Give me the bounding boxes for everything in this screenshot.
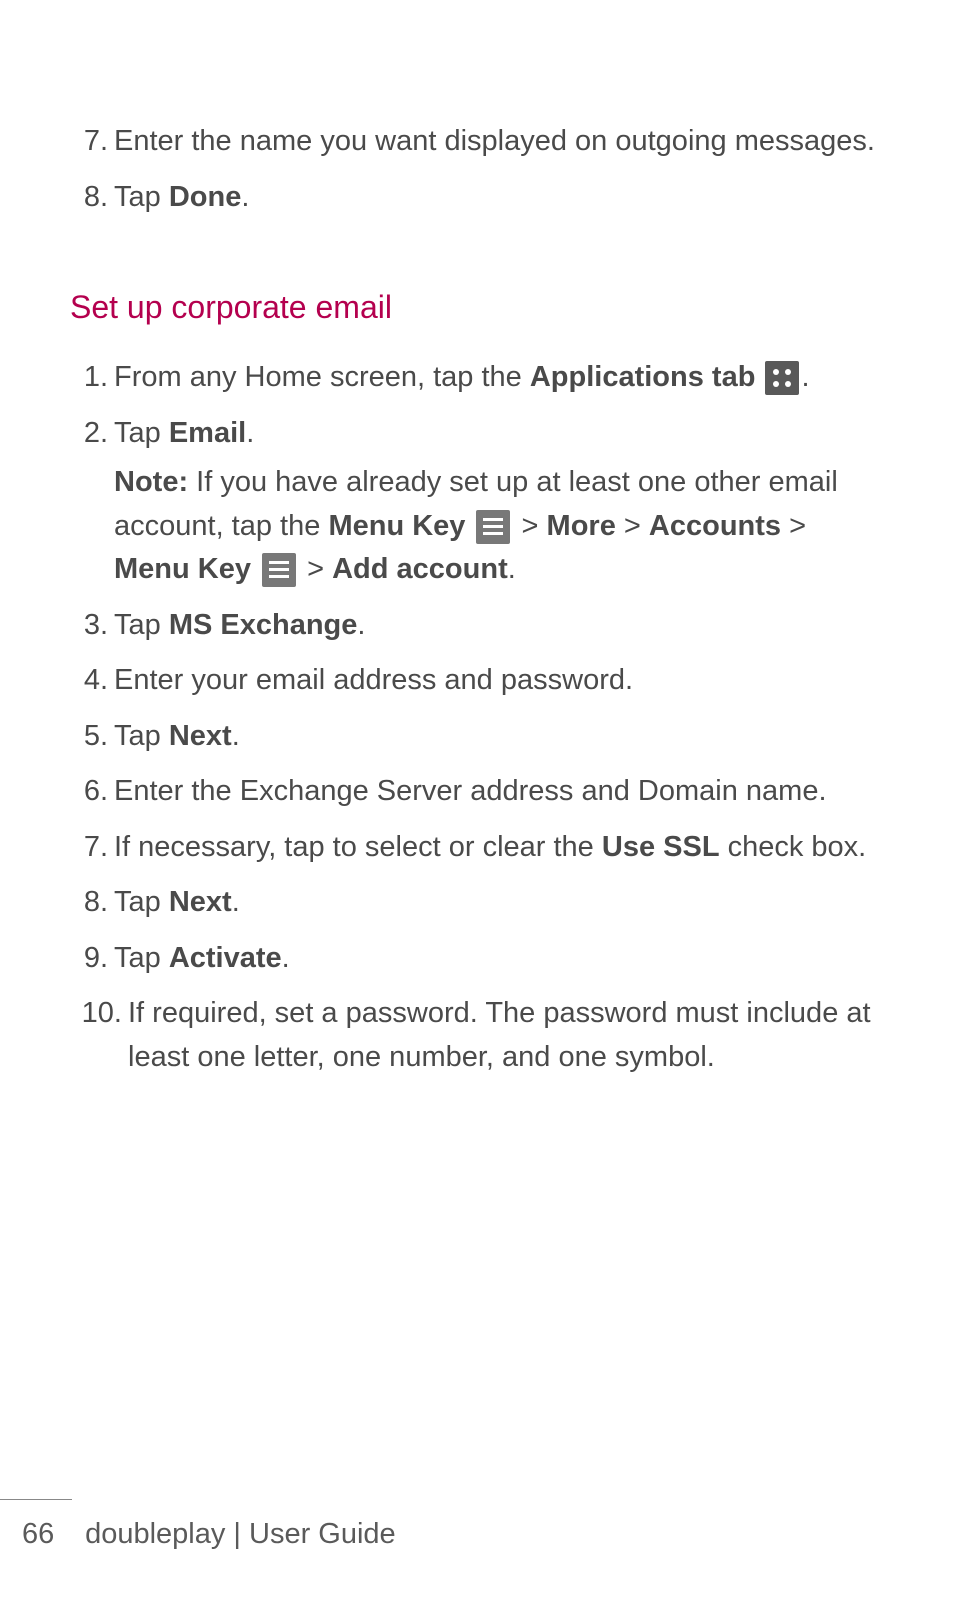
text-segment: . xyxy=(282,942,290,974)
list-body: Tap Done. xyxy=(114,176,879,220)
list-number: 8. xyxy=(70,176,108,220)
text-segment: If necessary, tap to select or clear the xyxy=(114,831,602,863)
text-segment: Add account xyxy=(332,553,508,585)
text-segment: Done xyxy=(169,181,242,213)
page-number: 66 xyxy=(22,1518,77,1551)
list-item: 6.Enter the Exchange Server address and … xyxy=(70,770,879,814)
list-item: 3.Tap MS Exchange. xyxy=(70,604,879,648)
text-segment: . xyxy=(246,417,254,449)
text-segment: check box. xyxy=(720,831,867,863)
text-segment: . xyxy=(357,609,365,641)
text-segment: Tap xyxy=(114,942,169,974)
menu-key-icon xyxy=(262,553,296,587)
text-segment xyxy=(465,510,473,542)
list-body: Enter your email address and password. xyxy=(114,659,879,703)
list-number: 6. xyxy=(70,770,108,814)
text-segment: Tap xyxy=(114,720,169,752)
list-body: Tap Activate. xyxy=(114,937,879,981)
text-segment: Tap xyxy=(114,417,169,449)
text-segment: . xyxy=(241,181,249,213)
page-footer: 66 doubleplay | User Guide xyxy=(0,1499,954,1551)
steps-list: 1. From any Home screen, tap the Applica… xyxy=(70,356,879,1079)
text-segment: Enter the Exchange Server address and Do… xyxy=(114,775,827,807)
list-number: 8. xyxy=(70,881,108,925)
list-number: 5. xyxy=(70,715,108,759)
list-body: Tap Next. xyxy=(114,881,879,925)
text-segment: Next xyxy=(169,886,232,918)
list-body: From any Home screen, tap the Applicatio… xyxy=(114,356,879,400)
previous-steps-list: 7.Enter the name you want displayed on o… xyxy=(70,120,879,219)
text-segment: Note: xyxy=(114,466,188,498)
text-segment: Tap xyxy=(114,609,169,641)
text-segment: . xyxy=(801,361,809,393)
list-item: 9.Tap Activate. xyxy=(70,937,879,981)
list-number: 4. xyxy=(70,659,108,703)
list-item: 1. From any Home screen, tap the Applica… xyxy=(70,356,879,400)
text-segment: Email xyxy=(169,417,246,449)
text-segment: If required, set a password. The passwor… xyxy=(128,997,871,1073)
text-segment: MS Exchange xyxy=(169,609,358,641)
list-item: 10. If required, set a password. The pas… xyxy=(70,992,879,1079)
text-segment: . xyxy=(508,553,516,585)
section-heading: Set up corporate email xyxy=(70,289,879,326)
list-body: Enter the Exchange Server address and Do… xyxy=(114,770,879,814)
text-segment: . xyxy=(232,720,240,752)
list-item: 7.If necessary, tap to select or clear t… xyxy=(70,826,879,870)
text-segment: Enter the name you want displayed on out… xyxy=(114,125,875,157)
list-number: 7. xyxy=(70,826,108,870)
text-segment: > xyxy=(616,510,649,542)
text-segment: From any Home screen, tap the xyxy=(114,361,530,393)
text-segment: Menu Key xyxy=(328,510,465,542)
list-number: 9. xyxy=(70,937,108,981)
list-body: If necessary, tap to select or clear the… xyxy=(114,826,879,870)
text-segment: Menu Key xyxy=(114,553,251,585)
list-item: 8.Tap Next. xyxy=(70,881,879,925)
note-block: Note: If you have already set up at leas… xyxy=(114,461,879,592)
list-number: 2. xyxy=(70,412,108,592)
text-segment: Next xyxy=(169,720,232,752)
menu-key-icon xyxy=(476,510,510,544)
text-segment: . xyxy=(232,886,240,918)
text-segment: > xyxy=(781,510,806,542)
text-segment: Enter your email address and password. xyxy=(114,664,633,696)
text-segment xyxy=(755,361,763,393)
text-segment: Activate xyxy=(169,942,282,974)
text-segment: Accounts xyxy=(649,510,781,542)
list-body: Tap Next. xyxy=(114,715,879,759)
list-number: 1. xyxy=(70,356,108,400)
applications-tab-icon xyxy=(765,361,799,395)
footer-title: doubleplay | User Guide xyxy=(85,1518,396,1550)
footer-divider xyxy=(0,1499,72,1500)
text-segment: > xyxy=(299,553,332,585)
list-number: 7. xyxy=(70,120,108,164)
text-segment: > xyxy=(513,510,546,542)
text-segment: More xyxy=(547,510,616,542)
list-body: Enter the name you want displayed on out… xyxy=(114,120,879,164)
text-segment: Tap xyxy=(114,181,169,213)
text-segment xyxy=(251,553,259,585)
list-item: 4.Enter your email address and password. xyxy=(70,659,879,703)
list-number: 3. xyxy=(70,604,108,648)
text-segment: Applications tab xyxy=(530,361,756,393)
list-body: Tap Email.Note: If you have already set … xyxy=(114,412,879,592)
list-item: 5.Tap Next. xyxy=(70,715,879,759)
list-item: 7.Enter the name you want displayed on o… xyxy=(70,120,879,164)
text-segment: Tap xyxy=(114,886,169,918)
list-body: Tap MS Exchange. xyxy=(114,604,879,648)
list-item: 8.Tap Done. xyxy=(70,176,879,220)
list-number: 10. xyxy=(70,992,122,1079)
list-body: If required, set a password. The passwor… xyxy=(128,992,879,1079)
list-item: 2.Tap Email.Note: If you have already se… xyxy=(70,412,879,592)
text-segment: Use SSL xyxy=(602,831,720,863)
